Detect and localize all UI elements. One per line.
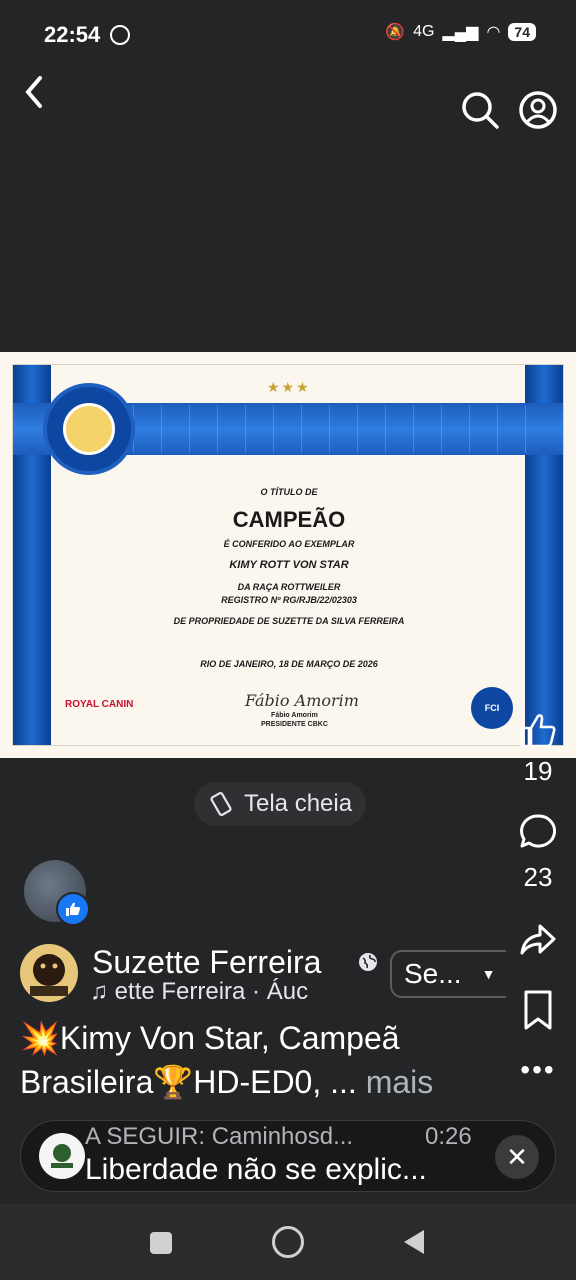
system-nav-bar <box>0 1204 576 1280</box>
see-more-link[interactable]: mais <box>366 1064 434 1100</box>
certificate-stars: ★★★ <box>267 379 311 395</box>
author-name[interactable]: Suzette Ferreira <box>92 944 321 981</box>
audio-attribution[interactable]: ♫ ette Ferreira · Áuc <box>90 978 330 1006</box>
more-options-button[interactable]: ••• <box>516 1048 560 1092</box>
profile-button[interactable] <box>516 88 560 132</box>
cbkc-seal-icon <box>47 387 131 471</box>
status-bar: 22:54 🔕 4G ▂▄▆ ◠ 74 <box>0 0 576 70</box>
music-note-icon: ♫ <box>90 978 115 1005</box>
up-next-avatar <box>39 1133 85 1179</box>
up-next-duration: 0:26 <box>425 1123 472 1150</box>
royal-canin-logo: ROYAL CANIN <box>65 699 134 710</box>
mute-icon: 🔕 <box>385 24 406 41</box>
certificate-date: RIO DE JANEIRO, 18 DE MARÇO DE 2026 <box>200 659 378 669</box>
certificate-registry: REGISTRO Nº RG/RJB/22/02303 <box>221 595 357 605</box>
fullscreen-button[interactable]: Tela cheia <box>194 782 367 826</box>
fci-logo: FCI <box>471 687 513 729</box>
comment-count: 23 <box>523 862 553 892</box>
user-circle-icon <box>519 91 557 129</box>
battery-indicator: 74 <box>508 23 536 41</box>
fullscreen-label: Tela cheia <box>244 790 353 817</box>
certificate-frame: ★★★ O TÍTULO DE CAMPEÃO É CONFERIDO AO E… <box>12 364 564 746</box>
rotate-screen-icon <box>210 791 232 817</box>
certificate-ribbon-pattern <box>133 405 553 453</box>
status-time: 22:54 <box>44 22 101 47</box>
certificate-title: CAMPEÃO <box>232 507 346 532</box>
post-image-certificate[interactable]: ★★★ O TÍTULO DE CAMPEÃO É CONFERIDO AO E… <box>0 352 576 758</box>
save-button[interactable] <box>516 988 560 1032</box>
bookmark-icon <box>524 990 552 1030</box>
thumbs-up-icon <box>520 714 556 748</box>
follow-label: Se... <box>404 958 462 989</box>
globe-icon <box>358 952 378 972</box>
whatsapp-icon <box>110 25 130 45</box>
like-button[interactable] <box>516 708 560 752</box>
author-avatar[interactable] <box>20 944 78 1002</box>
network-label: 4G <box>413 23 435 40</box>
caption-line-1: 💥Kimy Von Star, Campeã <box>20 1020 400 1056</box>
follow-button[interactable]: Se... ▼ <box>390 950 506 998</box>
recents-button[interactable] <box>150 1232 172 1254</box>
certificate-line-3: É CONFERIDO AO EXEMPLAR <box>223 539 355 549</box>
system-back-button[interactable] <box>404 1230 424 1254</box>
signer-name: Fábio Amorim <box>271 712 318 719</box>
more-dots-icon: ••• <box>520 1054 556 1085</box>
certificate-breed: DA RAÇA ROTTWEILER <box>237 582 341 592</box>
up-next-label: A SEGUIR: Caminhosd... <box>85 1123 354 1150</box>
certificate-dog-name: KIMY ROTT VON STAR <box>229 559 349 571</box>
search-button[interactable] <box>458 88 502 132</box>
signer-block: Fábio Amorim PRESIDENTE CBKC <box>261 711 328 729</box>
dropdown-caret-icon: ▼ <box>481 966 496 982</box>
up-next-card[interactable]: A SEGUIR: Caminhosd... 0:26 Liberdade nã… <box>20 1120 556 1192</box>
audio-label: ette Ferreira · Áuc <box>114 978 309 1005</box>
certificate-owner: DE PROPRIEDADE DE SUZETTE DA SILVA FERRE… <box>173 616 405 626</box>
chevron-left-icon <box>25 76 42 108</box>
comment-icon <box>520 814 557 848</box>
close-icon[interactable]: ✕ <box>495 1135 539 1179</box>
share-arrow-icon <box>520 924 556 955</box>
signature: Fábio Amorim <box>245 691 359 710</box>
signer-title: PRESIDENTE CBKC <box>261 721 328 728</box>
caption-line-2: Brasileira🏆HD-ED0, ... <box>20 1064 357 1100</box>
like-badge-icon <box>56 892 90 926</box>
signal-icon: ▂▄▆ <box>442 24 479 41</box>
up-next-title: Liberdade não se explic... <box>85 1153 425 1186</box>
certificate-line-1: O TÍTULO DE <box>260 487 318 497</box>
home-button[interactable] <box>272 1226 304 1258</box>
like-count: 19 <box>523 756 553 786</box>
search-icon <box>462 92 499 129</box>
back-button[interactable] <box>12 70 56 114</box>
wifi-icon: ◠ <box>486 24 501 41</box>
comment-button[interactable] <box>516 810 560 854</box>
share-button[interactable] <box>516 918 560 962</box>
status-icons: 🔕 4G ▂▄▆ ◠ 74 <box>385 22 536 42</box>
post-caption[interactable]: 💥Kimy Von Star, Campeã Brasileira🏆HD-ED0… <box>20 1016 500 1104</box>
